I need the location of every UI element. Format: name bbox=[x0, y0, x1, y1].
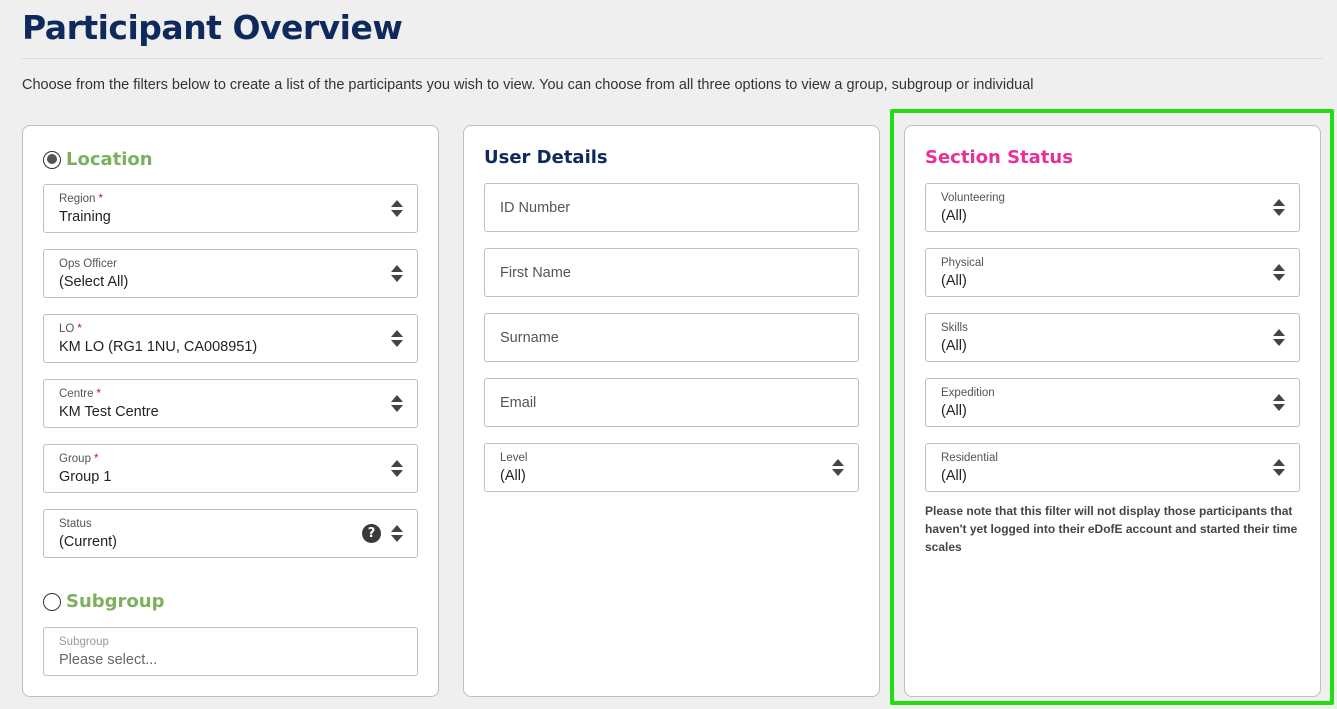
ops-officer-value: (Select All) bbox=[59, 274, 129, 290]
expedition-label: Expedition bbox=[941, 387, 995, 399]
subgroup-label: Subgroup bbox=[59, 636, 109, 648]
sort-icon bbox=[1273, 264, 1285, 282]
physical-select[interactable]: Physical (All) bbox=[925, 248, 1300, 297]
status-label: Status bbox=[59, 518, 92, 530]
ops-officer-select[interactable]: Ops Officer (Select All) bbox=[43, 249, 418, 298]
status-value: (Current) bbox=[59, 534, 118, 550]
level-value: (All) bbox=[500, 468, 526, 484]
section-status-note: Please note that this filter will not di… bbox=[925, 504, 1298, 554]
group-label: Group * bbox=[59, 453, 99, 465]
location-radio[interactable] bbox=[43, 150, 61, 169]
volunteering-label: Volunteering bbox=[941, 192, 1005, 204]
required-mark: * bbox=[93, 453, 99, 465]
subgroup-select[interactable]: Subgroup Please select... bbox=[43, 627, 418, 676]
status-select[interactable]: Status (Current) ? bbox=[43, 509, 418, 558]
group-select[interactable]: Group * Group 1 bbox=[43, 444, 418, 493]
sort-icon bbox=[391, 525, 403, 543]
centre-select[interactable]: Centre * KM Test Centre bbox=[43, 379, 418, 428]
group-value: Group 1 bbox=[59, 469, 112, 485]
lo-label: LO * bbox=[59, 323, 82, 335]
section-status-heading: Section Status bbox=[925, 147, 1073, 168]
level-label: Level bbox=[500, 452, 528, 464]
page-title: Participant Overview bbox=[22, 8, 403, 47]
id-number-placeholder: ID Number bbox=[500, 200, 571, 216]
user-details-panel: User Details ID Number First Name Surnam… bbox=[463, 125, 880, 697]
residential-label: Residential bbox=[941, 452, 998, 464]
volunteering-value: (All) bbox=[941, 208, 967, 224]
physical-label: Physical bbox=[941, 257, 984, 269]
region-label: Region * bbox=[59, 193, 103, 205]
lo-select[interactable]: LO * KM LO (RG1 1NU, CA008951) bbox=[43, 314, 418, 363]
lo-value: KM LO (RG1 1NU, CA008951) bbox=[59, 339, 258, 355]
first-name-input[interactable]: First Name bbox=[484, 248, 859, 297]
region-value: Training bbox=[59, 209, 111, 225]
email-placeholder: Email bbox=[500, 395, 537, 411]
skills-value: (All) bbox=[941, 338, 967, 354]
subgroup-radio[interactable] bbox=[43, 592, 61, 611]
region-select[interactable]: Region * Training bbox=[43, 184, 418, 233]
residential-select[interactable]: Residential (All) bbox=[925, 443, 1300, 492]
sort-icon bbox=[1273, 329, 1285, 347]
location-panel: Location Region * Training Ops Officer (S… bbox=[22, 125, 439, 697]
title-divider bbox=[22, 58, 1323, 59]
residential-value: (All) bbox=[941, 468, 967, 484]
surname-input[interactable]: Surname bbox=[484, 313, 859, 362]
sort-icon bbox=[1273, 394, 1285, 412]
location-radio-row[interactable]: Location bbox=[43, 149, 153, 170]
centre-value: KM Test Centre bbox=[59, 404, 159, 420]
expedition-select[interactable]: Expedition (All) bbox=[925, 378, 1300, 427]
first-name-placeholder: First Name bbox=[500, 265, 571, 281]
skills-select[interactable]: Skills (All) bbox=[925, 313, 1300, 362]
sort-icon bbox=[832, 459, 844, 477]
sort-icon bbox=[1273, 459, 1285, 477]
subgroup-placeholder: Please select... bbox=[59, 652, 158, 668]
sort-icon bbox=[391, 330, 403, 348]
required-mark: * bbox=[77, 323, 82, 335]
sort-icon bbox=[391, 200, 403, 218]
ops-officer-label: Ops Officer bbox=[59, 258, 117, 270]
section-status-panel: Section Status Volunteering (All) Physic… bbox=[904, 125, 1321, 697]
level-select[interactable]: Level (All) bbox=[484, 443, 859, 492]
required-mark: * bbox=[96, 388, 102, 400]
help-icon[interactable]: ? bbox=[362, 524, 381, 543]
id-number-input[interactable]: ID Number bbox=[484, 183, 859, 232]
skills-label: Skills bbox=[941, 322, 968, 334]
subgroup-radio-row[interactable]: Subgroup bbox=[43, 591, 165, 612]
centre-label: Centre * bbox=[59, 388, 102, 400]
required-mark: * bbox=[98, 193, 103, 205]
sort-icon bbox=[391, 395, 403, 413]
sort-icon bbox=[1273, 199, 1285, 217]
physical-value: (All) bbox=[941, 273, 967, 289]
intro-text: Choose from the filters below to create … bbox=[22, 77, 1034, 93]
email-input[interactable]: Email bbox=[484, 378, 859, 427]
volunteering-select[interactable]: Volunteering (All) bbox=[925, 183, 1300, 232]
surname-placeholder: Surname bbox=[500, 330, 559, 346]
location-radio-label[interactable]: Location bbox=[66, 149, 153, 170]
user-details-heading: User Details bbox=[484, 147, 608, 168]
expedition-value: (All) bbox=[941, 403, 967, 419]
sort-icon bbox=[391, 460, 403, 478]
sort-icon bbox=[391, 265, 403, 283]
subgroup-radio-label[interactable]: Subgroup bbox=[66, 591, 165, 612]
